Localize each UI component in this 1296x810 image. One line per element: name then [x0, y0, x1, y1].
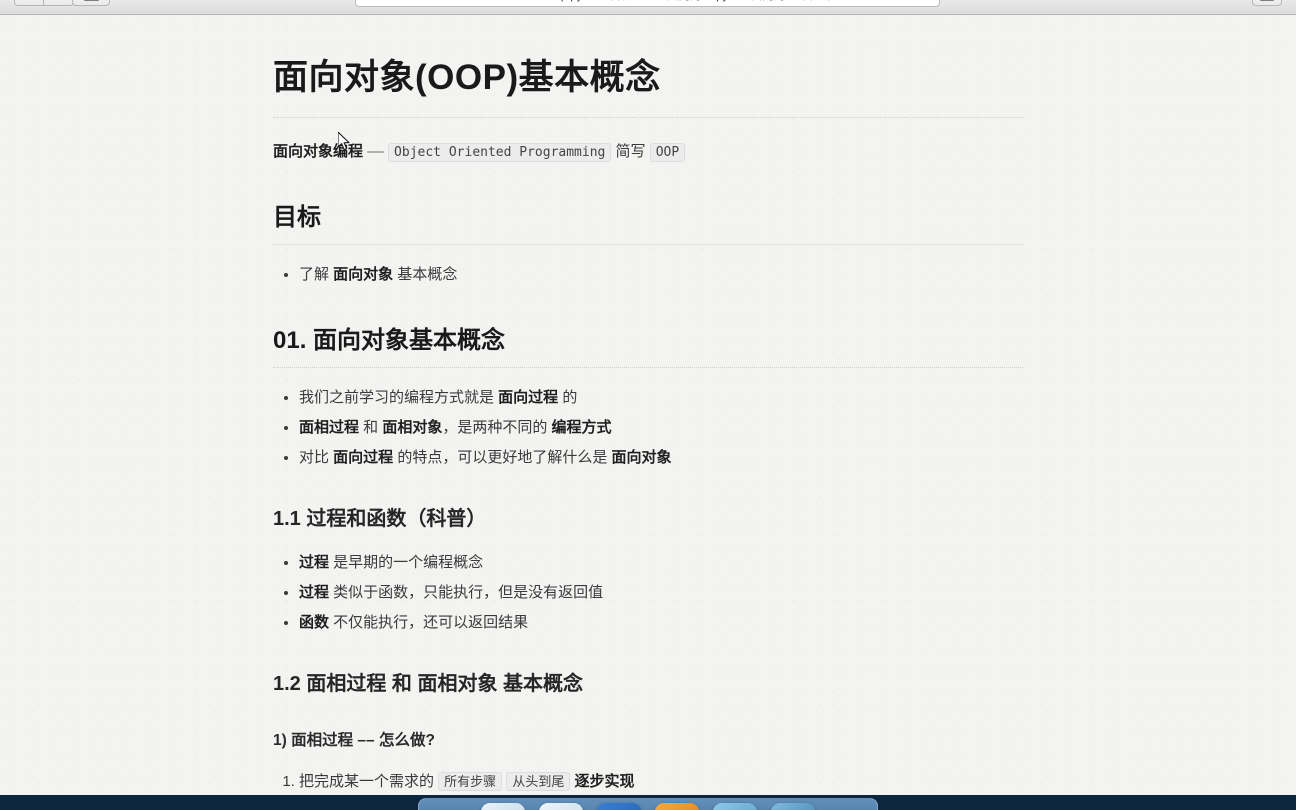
lead-code-abbreviation: OOP	[649, 142, 686, 162]
text-mid-1: 的特点，可以更好地了解什么是	[393, 448, 612, 466]
text-post: 类似于函数，只能执行，但是没有返回值	[329, 584, 604, 602]
code-all-steps: 所有步骤	[438, 772, 503, 792]
text-pre: 了解	[299, 266, 334, 284]
list-item: 我们之前学习的编程方式就是 面向过程 的	[299, 386, 1023, 410]
lead-middle-text: 简写	[615, 142, 646, 160]
text-pre: 把完成某一个需求的	[299, 773, 439, 791]
back-button[interactable]: ‹	[14, 0, 44, 6]
subsubsection-heading-1: 1) 面相过程 –– 怎么做?	[273, 732, 435, 750]
dock-tray	[418, 798, 878, 810]
list-item: 过程 类似于函数，只能执行，但是没有返回值	[299, 581, 1023, 605]
text-bold: 面向对象	[333, 266, 394, 284]
lead-paragraph: 面向对象编程 –– Object Oriented Programming 简写…	[273, 140, 1023, 164]
navigation-buttons: ‹ ›	[14, 0, 74, 6]
reload-icon[interactable]: ↻	[922, 0, 931, 2]
forward-button[interactable]: ›	[44, 0, 74, 6]
text-bold-2: 面向对象	[611, 448, 672, 466]
dock-icon-utility[interactable]	[655, 803, 699, 810]
lead-dash: ––	[367, 142, 384, 160]
tabs-icon	[1260, 0, 1274, 1]
lead-code-english: Object Oriented Programming	[388, 142, 612, 162]
text-pre: 对比	[299, 448, 334, 466]
list-item: 面相过程 和 面相对象，是两种不同的 编程方式	[299, 416, 1023, 440]
show-tabs-button[interactable]	[1252, 0, 1282, 6]
sidebar-icon	[83, 0, 99, 1]
list-item: 了解 面向对象 基本概念	[299, 263, 1023, 287]
text-post: 是早期的一个编程概念	[329, 554, 484, 572]
text-post: 不仅能执行，还可以返回结果	[329, 613, 529, 631]
list-item: 过程 是早期的一个编程概念	[299, 551, 1023, 575]
code-start-to-end: 从头到尾	[506, 772, 571, 792]
text-bold: 过程	[299, 584, 330, 602]
text-mid-1: 和	[359, 418, 383, 436]
list-item: 函数 不仅能执行，还可以返回结果	[299, 611, 1023, 635]
subsection-heading-1-2: 1.2 面相过程 和 面相对象 基本概念	[273, 673, 584, 696]
subsection-heading-1-1: 1.1 过程和函数（科普）	[273, 508, 487, 531]
document-body: 面向对象(OOP)基本概念 面向对象编程 –– Object Oriented …	[273, 15, 1023, 795]
text-bold-3: 编程方式	[551, 418, 612, 436]
desktop-dock	[0, 795, 1296, 810]
text-bold: 面向过程	[333, 448, 394, 466]
list-item: 对比 面向过程 的特点，可以更好地了解什么是 面向对象	[299, 446, 1023, 470]
process-steps-list: 把完成某一个需求的 所有步骤 从头到尾 逐步实现 根据开发需求，将某些 功能独立…	[273, 770, 1023, 795]
address-bar[interactable]: ≡ file:///Users/thomla/Desktop/python课件/…	[355, 0, 940, 7]
text-pre: 我们之前学习的编程方式就是	[299, 389, 499, 407]
text-bold-2: 面相对象	[382, 418, 443, 436]
text-post: 基本概念	[393, 266, 458, 284]
screen-root: ‹ › ≡ file:///Users/thomla/Desktop/pytho…	[0, 0, 1296, 810]
dock-icon-editor[interactable]	[713, 803, 757, 810]
dock-icon-launchpad[interactable]	[539, 803, 583, 810]
lead-bold-prefix: 面向对象编程	[273, 142, 364, 160]
page-title: 面向对象(OOP)基本概念	[273, 55, 1023, 118]
goals-list: 了解 面向对象 基本概念	[273, 263, 1023, 287]
text-bold: 面向过程	[498, 389, 559, 407]
text-bold: 逐步实现	[574, 773, 635, 791]
text-post: 的	[558, 389, 578, 407]
dock-icon-safari[interactable]	[597, 803, 641, 810]
sidebar-toggle-button[interactable]	[72, 0, 110, 6]
document-viewport: 面向对象(OOP)基本概念 面向对象编程 –– Object Oriented …	[0, 15, 1296, 795]
dock-icon-terminal[interactable]	[771, 803, 815, 810]
section-heading-goals: 目标	[273, 202, 1023, 246]
oop-basics-list: 我们之前学习的编程方式就是 面向过程 的 面相过程 和 面相对象，是两种不同的 …	[273, 386, 1023, 469]
text-mid-2: ，是两种不同的	[442, 418, 552, 436]
text-bold: 函数	[299, 613, 330, 631]
url-text: file:///Users/thomla/Desktop/python课件/06…	[378, 0, 915, 3]
section-heading-oop-basics: 01. 面向对象基本概念	[273, 325, 1023, 369]
reader-view-icon[interactable]: ≡	[364, 0, 370, 1]
text-bold: 面相过程	[299, 418, 360, 436]
process-function-list: 过程 是早期的一个编程概念 过程 类似于函数，只能执行，但是没有返回值 函数 不…	[273, 551, 1023, 634]
browser-toolbar: ‹ › ≡ file:///Users/thomla/Desktop/pytho…	[0, 0, 1296, 15]
text-bold: 过程	[299, 554, 330, 572]
list-item: 把完成某一个需求的 所有步骤 从头到尾 逐步实现	[299, 770, 1023, 794]
dock-icon-finder[interactable]	[481, 803, 525, 810]
